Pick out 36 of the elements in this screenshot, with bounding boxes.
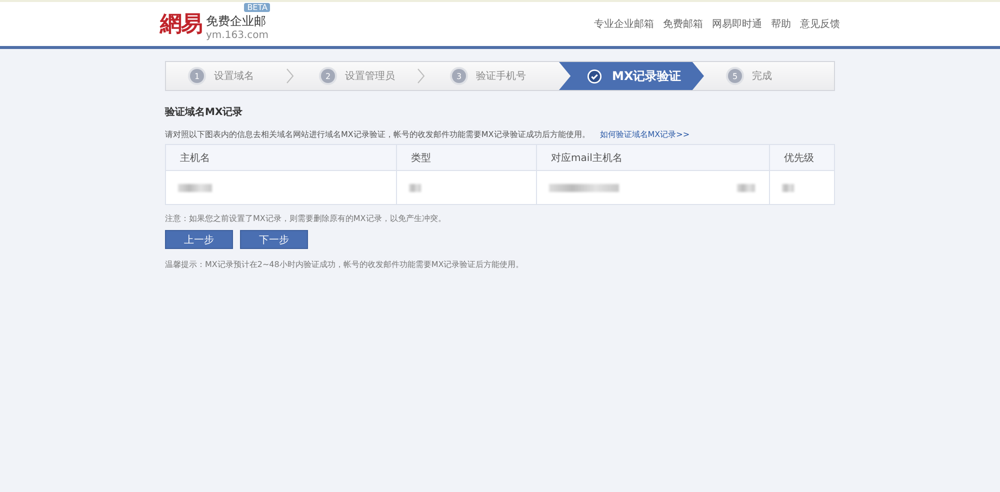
tip-text: 温馨提示：MX记录预计在2~48小时内验证成功，帐号的收发邮件功能需要MX记录验证后方能使用。	[165, 259, 525, 270]
product-name: 免费企业邮	[206, 13, 267, 30]
step-number: 1	[190, 69, 204, 83]
beta-badge: BETA	[244, 3, 270, 12]
nav-link[interactable]: 网易即时通	[712, 17, 762, 31]
step-label: 设置域名	[214, 70, 254, 83]
redacted-block	[549, 184, 619, 192]
domain-text: ym.163.com	[206, 30, 268, 41]
step-label: 完成	[752, 70, 772, 83]
chevron-icon	[416, 68, 426, 84]
step-number: 5	[728, 69, 742, 83]
redacted-block	[782, 184, 794, 192]
column-header: 对应mail主机名	[536, 145, 769, 171]
help-link[interactable]: 如何验证域名MX记录>>	[600, 130, 690, 139]
nav-link[interactable]: 专业企业邮箱	[594, 17, 654, 31]
column-header: 优先级	[769, 145, 834, 171]
nav-link[interactable]: 帮助	[771, 17, 791, 31]
step-number: 2	[321, 69, 335, 83]
redacted-block	[409, 184, 421, 192]
nav-link[interactable]: 免费邮箱	[663, 17, 703, 31]
redacted-block	[737, 184, 755, 192]
section-title: 验证域名MX记录	[165, 106, 244, 119]
check-icon	[587, 68, 602, 84]
column-header: 类型	[396, 145, 536, 171]
nav-link[interactable]: 意见反馈	[800, 17, 840, 31]
note-text: 注意：如果您之前设置了MX记录，则需要删除原有的MX记录，以免产生冲突。	[165, 213, 447, 224]
redacted-block	[178, 184, 212, 192]
next-button[interactable]: 下一步	[240, 230, 308, 249]
step-label: MX记录验证	[612, 68, 682, 84]
previous-button[interactable]: 上一步	[165, 230, 233, 249]
step-number: 3	[452, 69, 466, 83]
chevron-icon	[285, 68, 295, 84]
description-text: 请对照以下图表内的信息去相关域名网站进行域名MX记录验证，帐号的收发邮件功能需要MX记录验证成功后方能使用。 如何验证域名MX记录>>	[165, 129, 691, 140]
step-label: 设置管理员	[345, 70, 395, 83]
step-label: 验证手机号	[476, 70, 526, 83]
logo: 網易	[160, 10, 202, 39]
